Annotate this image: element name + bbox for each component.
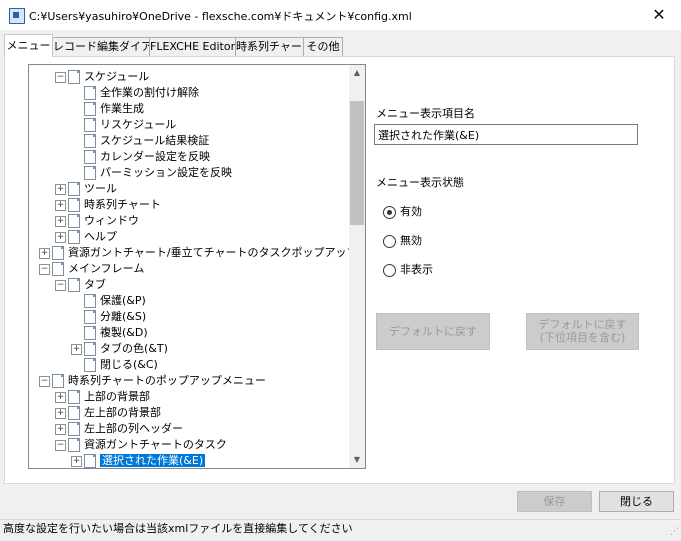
document-icon — [52, 262, 64, 276]
tree-item[interactable]: 作業生成 — [71, 101, 144, 117]
tree-item[interactable]: 全作業の割付け解除 — [71, 85, 199, 101]
document-icon — [68, 198, 80, 212]
document-icon — [84, 102, 96, 116]
document-icon — [84, 166, 96, 180]
document-icon — [84, 134, 96, 148]
save-button[interactable]: 保存 — [517, 491, 592, 512]
scroll-thumb[interactable] — [350, 101, 364, 225]
close-window-button[interactable]: ✕ — [637, 0, 681, 30]
menu-tree[interactable]: − スケジュール 全作業の割付け解除 作業生成 リスケジュール スケジュール結果検… — [28, 64, 366, 469]
tree-item[interactable]: + 上部の背景部 — [55, 389, 150, 405]
reset-default-all-button[interactable]: デフォルトに戻す (下位項目を含む) — [526, 313, 639, 350]
tree-scrollbar[interactable]: ▲ ▼ — [349, 65, 365, 468]
menu-name-label: メニュー表示項目名 — [376, 107, 475, 120]
expand-icon[interactable]: + — [55, 423, 66, 435]
collapse-icon[interactable]: − — [39, 375, 50, 387]
collapse-icon[interactable]: − — [55, 71, 66, 83]
document-icon — [68, 278, 80, 292]
app-icon — [9, 8, 25, 24]
tree-item[interactable]: +資源ガントチャート/垂立てチャートのタスクポップアップメニュー — [39, 245, 365, 261]
document-icon — [68, 230, 80, 244]
radio-icon[interactable] — [383, 234, 396, 248]
expand-icon[interactable]: + — [55, 183, 66, 195]
tab-flexche-editor[interactable]: FLEXCHE Editor — [149, 37, 236, 56]
status-bar: 高度な設定を行いたい場合は当該xmlファイルを直接編集してください ⋰ — [0, 519, 681, 537]
tree-item[interactable]: + 時系列チャート — [55, 197, 161, 213]
tab-other[interactable]: その他 — [303, 37, 343, 56]
document-icon — [84, 358, 96, 372]
document-icon — [68, 214, 80, 228]
document-icon — [68, 438, 80, 452]
document-icon — [84, 310, 96, 324]
document-icon — [68, 182, 80, 196]
radio-icon[interactable] — [383, 263, 396, 277]
tree-item[interactable]: − 時系列チャートのポップアップメニュー — [39, 373, 266, 389]
document-icon — [68, 70, 80, 84]
tree-item[interactable]: + 左上部の背景部 — [55, 405, 161, 421]
tree-item[interactable]: 複製(&D) — [71, 325, 148, 341]
document-icon — [84, 326, 96, 340]
tree-item[interactable]: リスケジュール — [71, 117, 176, 133]
tab-timeseries-chart[interactable]: 時系列チャート — [235, 37, 313, 56]
document-icon — [84, 86, 96, 100]
tab-menu[interactable]: メニュー — [4, 34, 53, 57]
tree-item[interactable]: + ツール — [55, 181, 117, 197]
document-icon — [52, 246, 64, 260]
tree-item[interactable]: スケジュール結果検証 — [71, 133, 209, 149]
expand-icon[interactable]: + — [39, 247, 50, 259]
radio-hidden[interactable]: 非表示 — [383, 262, 433, 278]
window-title: C:¥Users¥yasuhiro¥OneDrive - flexsche.co… — [29, 10, 412, 23]
tree-item[interactable]: 分離(&S) — [71, 309, 146, 325]
tree-item[interactable]: − 資源ガントチャートのタスク — [55, 437, 227, 453]
reset-default-button[interactable]: デフォルトに戻す — [376, 313, 490, 350]
expand-icon[interactable]: + — [55, 391, 66, 403]
expand-icon[interactable]: + — [71, 343, 82, 355]
tree-item[interactable]: + 左上部の列ヘッダー — [55, 421, 183, 437]
tree-item[interactable]: + タブの色(&T) — [71, 341, 168, 357]
expand-icon[interactable]: + — [71, 455, 82, 467]
close-button[interactable]: 閉じる — [599, 491, 674, 512]
tab-record-dialog[interactable]: レコード編集ダイアログ — [52, 37, 174, 56]
tree-item[interactable]: − スケジュール — [55, 69, 149, 85]
expand-icon[interactable]: + — [55, 231, 66, 243]
tree-item[interactable]: − メインフレーム — [39, 261, 144, 277]
document-icon — [84, 294, 96, 308]
collapse-icon[interactable]: − — [39, 263, 50, 275]
expand-icon[interactable]: + — [55, 407, 66, 419]
expand-icon[interactable]: + — [55, 199, 66, 211]
document-icon — [84, 342, 96, 356]
tree-item[interactable]: − タブ — [55, 277, 106, 293]
document-icon — [68, 406, 80, 420]
tree-item-selected[interactable]: + 選択された作業(&E) — [71, 453, 207, 468]
tree-item[interactable]: + ウィンドウ — [55, 213, 139, 229]
radio-enabled[interactable]: 有効 — [383, 204, 422, 220]
menu-name-input[interactable]: 選択された作業(&E) — [374, 124, 638, 145]
radio-checked-icon[interactable] — [383, 205, 396, 219]
tree-item[interactable]: パーミッション設定を反映 — [71, 165, 232, 181]
title-bar: C:¥Users¥yasuhiro¥OneDrive - flexsche.co… — [0, 0, 681, 30]
document-icon — [52, 374, 64, 388]
tree-item[interactable]: 保護(&P) — [71, 293, 146, 309]
document-icon — [68, 390, 80, 404]
resize-grip-icon[interactable]: ⋰ — [670, 524, 679, 541]
scroll-down-icon[interactable]: ▼ — [349, 452, 365, 468]
tree-item[interactable]: カレンダー設定を反映 — [71, 149, 210, 165]
radio-disabled[interactable]: 無効 — [383, 233, 422, 249]
document-icon — [84, 454, 96, 468]
collapse-icon[interactable]: − — [55, 439, 66, 451]
scroll-up-icon[interactable]: ▲ — [349, 65, 365, 81]
document-icon — [84, 118, 96, 132]
tree-item[interactable]: 閉じる(&C) — [71, 357, 158, 373]
collapse-icon[interactable]: − — [55, 279, 66, 291]
menu-state-label: メニュー表示状態 — [376, 176, 464, 189]
status-text: 高度な設定を行いたい場合は当該xmlファイルを直接編集してください — [3, 522, 353, 535]
document-icon — [68, 422, 80, 436]
document-icon — [84, 150, 96, 164]
tree-item[interactable]: + ヘルプ — [55, 229, 117, 245]
expand-icon[interactable]: + — [55, 215, 66, 227]
